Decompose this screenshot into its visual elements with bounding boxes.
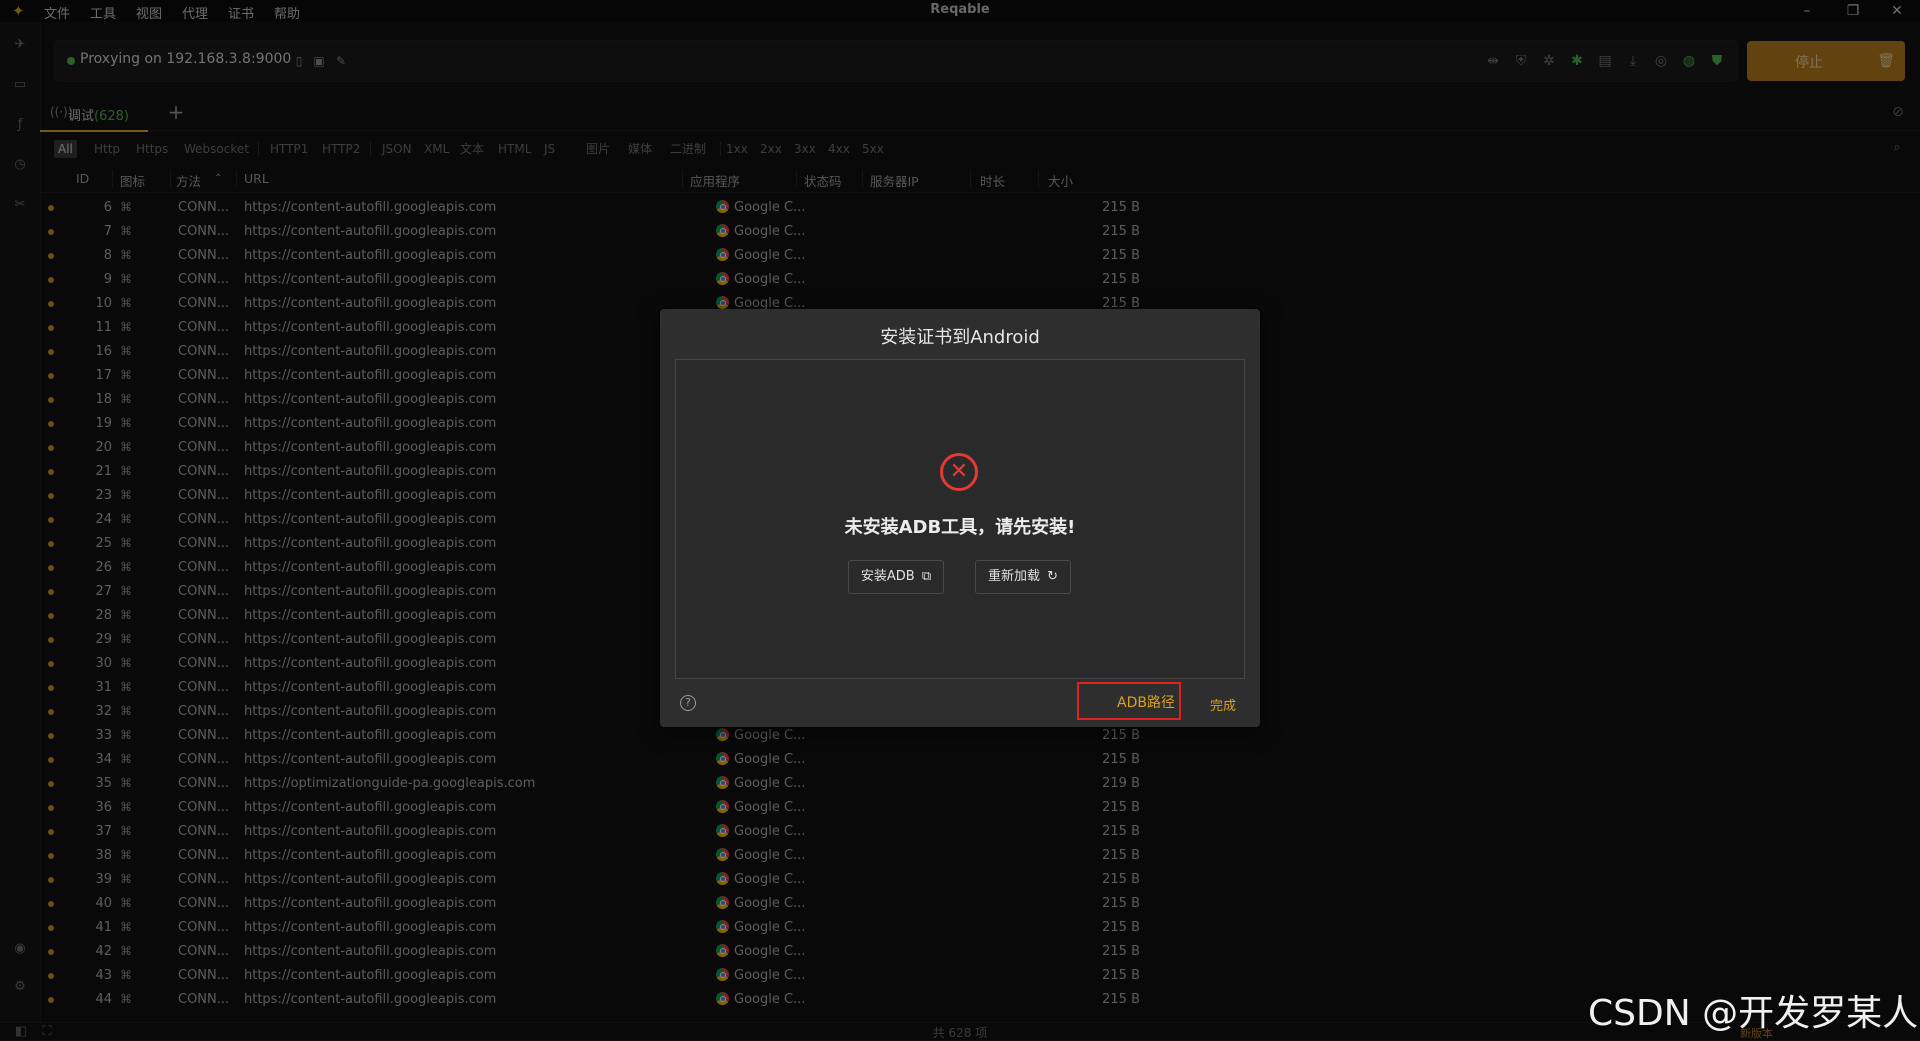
external-link-icon: ⧉ (921, 569, 932, 584)
dialog-title: 安装证书到Android (880, 327, 1040, 348)
done-button[interactable]: 完成 (1210, 695, 1236, 714)
error-message: 未安装ADB工具，请先安装! (844, 517, 1076, 538)
install-adb-label: 安装ADB (860, 569, 915, 584)
install-certificate-dialog: 安装证书到Android ✕ 未安装ADB工具，请先安装! 安装ADB ⧉ 重新… (660, 309, 1260, 727)
adb-path-button[interactable]: ADB路径 (1077, 682, 1181, 720)
refresh-icon: ↻ (1047, 569, 1059, 584)
reload-button[interactable]: 重新加载 ↻ (975, 560, 1071, 594)
reload-label: 重新加载 (987, 569, 1040, 584)
watermark: CSDN @开发罗某人 (1588, 993, 1919, 1034)
install-adb-button[interactable]: 安装ADB ⧉ (848, 560, 944, 594)
dialog-content: ✕ 未安装ADB工具，请先安装! 安装ADB ⧉ 重新加载 ↻ (675, 359, 1245, 679)
help-icon[interactable]: ? (680, 695, 696, 711)
adb-path-label: ADB路径 (1117, 695, 1175, 711)
error-icon: ✕ (940, 453, 978, 491)
